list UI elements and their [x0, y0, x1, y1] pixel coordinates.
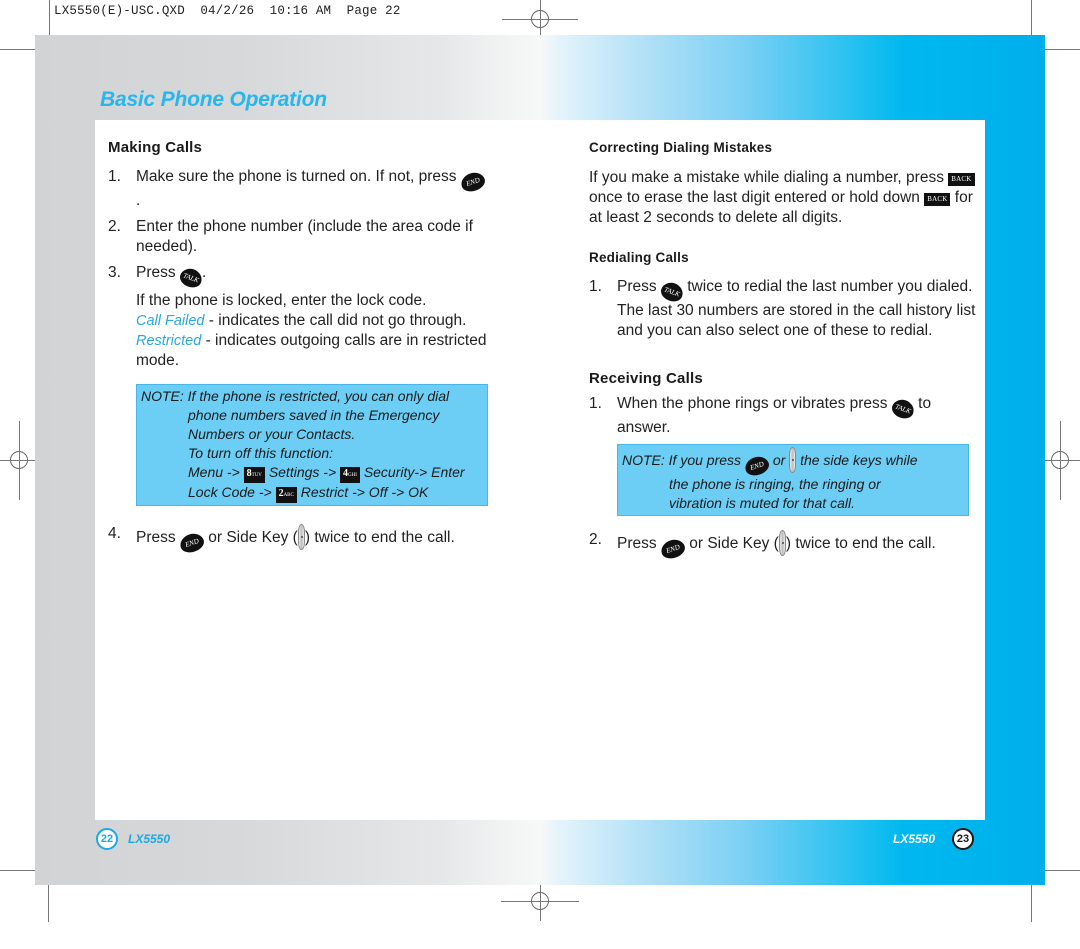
list-item: 2. Enter the phone number (include the a… [108, 218, 473, 255]
right-column: Correcting Dialing Mistakes If you make … [589, 138, 979, 562]
key-8-icon: 8TUV [243, 467, 265, 483]
page-number-badge: 23 [952, 828, 975, 850]
page-number-badge: 22 [96, 828, 118, 850]
side-key-icon [778, 530, 786, 556]
making-calls-heading: Making Calls [108, 139, 203, 156]
model-name: LX5550 [893, 832, 936, 846]
end-key-icon: END [658, 536, 688, 562]
side-key-icon [789, 447, 797, 473]
left-column: Making Calls 1. Make sure the phone is t… [108, 138, 488, 556]
list-item: 3. Press TALK. [108, 263, 488, 291]
model-name: LX5550 [128, 832, 171, 846]
note-box: NOTE: If the phone is restricted, you ca… [136, 384, 488, 506]
call-failed-term: Call Failed [136, 313, 205, 329]
side-key-icon [297, 524, 305, 550]
end-key-icon: END [177, 530, 207, 556]
list-item: 1. When the phone rings or vibrates pres… [589, 395, 932, 436]
key-2-icon: 2ABC [275, 487, 297, 503]
redialing-heading: Redialing Calls [589, 250, 689, 265]
talk-key-icon: TALK [177, 265, 205, 291]
correcting-heading: Correcting Dialing Mistakes [589, 140, 773, 155]
receiving-heading: Receiving Calls [589, 370, 703, 387]
list-item: 4. Press END or Side Key () twice to end… [108, 524, 488, 556]
talk-key-icon: TALK [889, 396, 917, 422]
key-4-icon: 4GHI [340, 467, 360, 483]
footer-left: 22 LX5550 [96, 828, 170, 850]
back-key-icon: BACK [948, 173, 975, 186]
talk-key-icon: TALK [658, 279, 686, 305]
list-item: 1. Press TALK twice to redial the last n… [589, 278, 976, 339]
print-slug: LX5550(E)-USC.QXD 04/2/26 10:16 AM Page … [54, 4, 401, 18]
locked-text: If the phone is locked, enter the lock c… [136, 292, 427, 309]
back-key-icon: BACK [924, 193, 951, 206]
footer-right: LX5550 23 [893, 828, 975, 850]
restricted-term: Restricted [136, 333, 202, 349]
page-title: Basic Phone Operation [100, 88, 327, 111]
correcting-paragraph: If you make a mistake while dialing a nu… [589, 169, 975, 226]
list-item: 1. Make sure the phone is turned on. If … [108, 167, 488, 211]
note-box: NOTE: If you press END or the side keys … [617, 444, 969, 516]
end-key-icon: END [458, 169, 488, 195]
list-item: 2. Press END or Side Key () twice to end… [589, 530, 979, 562]
